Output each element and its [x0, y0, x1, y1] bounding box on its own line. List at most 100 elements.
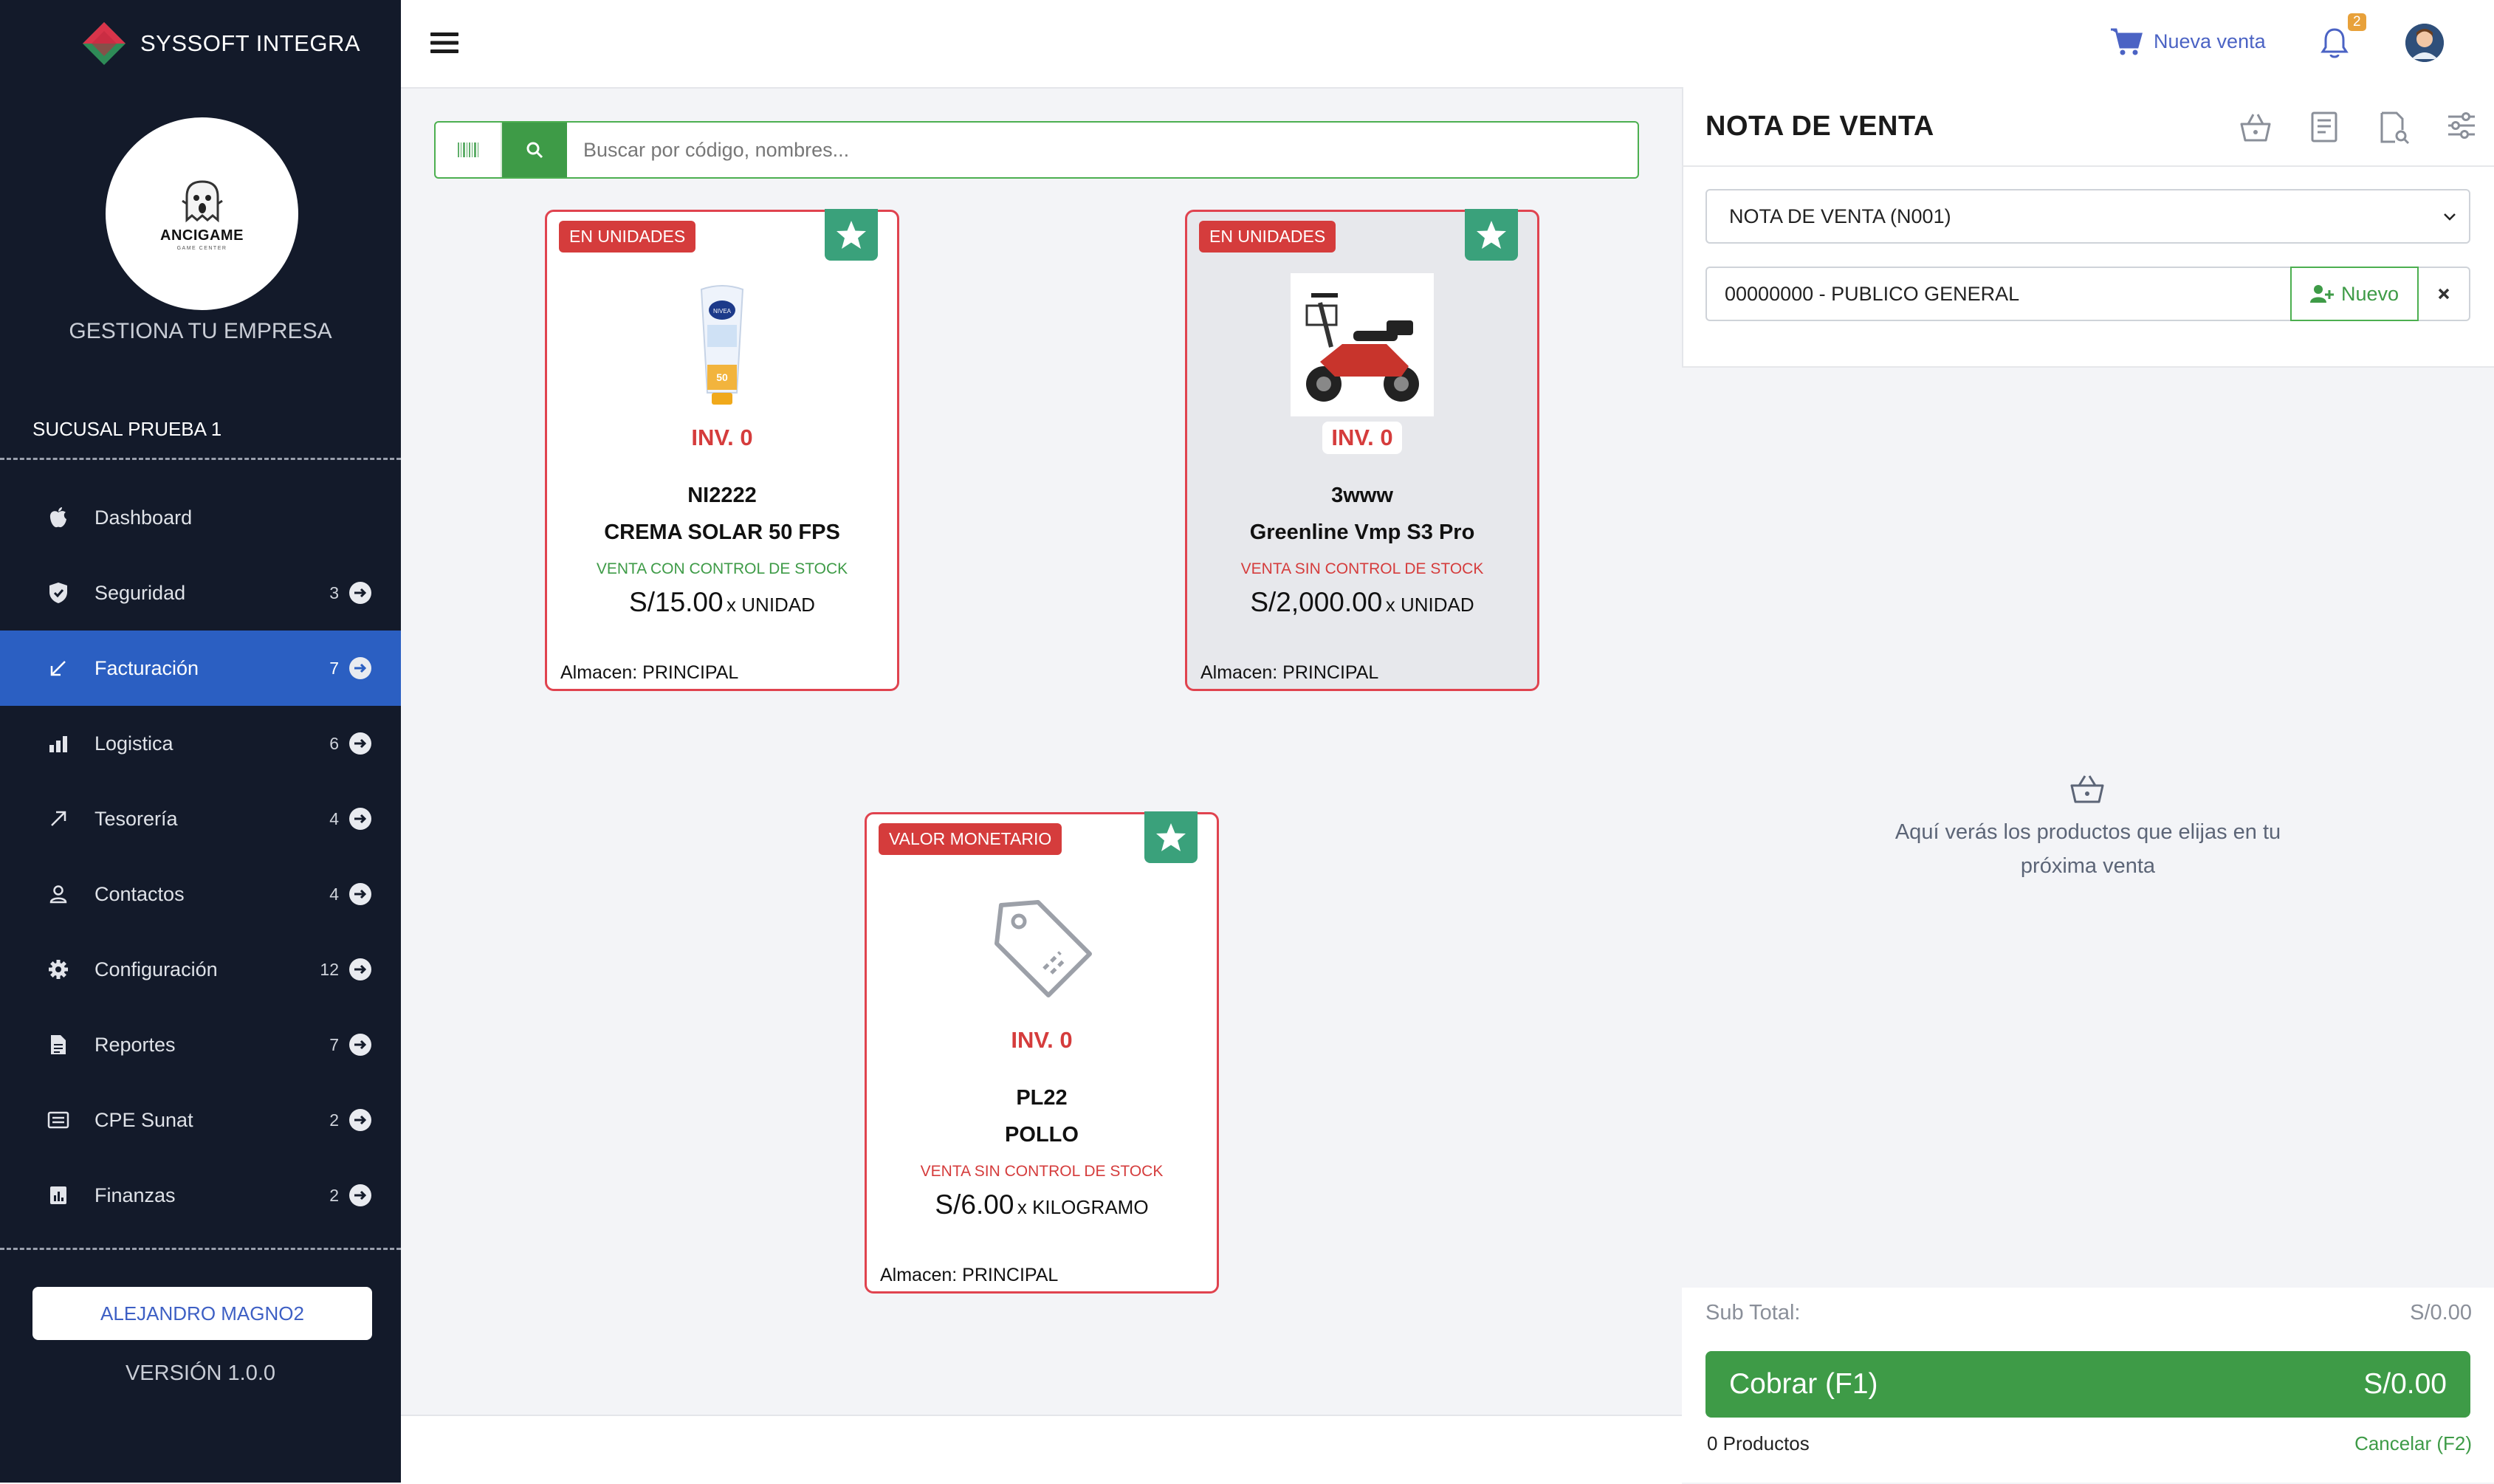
star-icon — [835, 219, 868, 250]
arrow-right-icon — [349, 1109, 371, 1131]
sidebar-item-label: CPE Sunat — [95, 1108, 193, 1131]
sidebar-item-count: 6 — [329, 733, 339, 753]
search-button[interactable] — [502, 123, 567, 177]
product-name: POLLO — [1005, 1123, 1079, 1147]
user-profile-button[interactable]: ALEJANDRO MAGNO2 — [32, 1287, 372, 1340]
company-logo-title: ANCIGAME — [160, 227, 244, 244]
brand[interactable]: SYSSOFT INTEGRA — [81, 19, 360, 68]
favorite-button[interactable] — [825, 209, 878, 261]
receipt-list-icon[interactable] — [2309, 111, 2339, 143]
sidebar-item-label: Finanzas — [95, 1184, 176, 1206]
sidebar-item-dashboard[interactable]: Dashboard — [0, 480, 401, 555]
product-image — [1187, 271, 1537, 419]
product-type-badge: EN UNIDADES — [1199, 221, 1336, 253]
product-type-badge: EN UNIDADES — [559, 221, 696, 253]
basket-icon[interactable] — [2237, 111, 2274, 143]
sidebar-item-logistica[interactable]: Logistica 6 — [0, 706, 401, 781]
brand-logo-icon — [81, 21, 127, 66]
price-unit: x UNIDAD — [726, 594, 815, 616]
arrow-right-icon — [349, 808, 371, 830]
clear-client-button[interactable] — [2419, 267, 2470, 321]
bar-chart-icon — [46, 735, 71, 752]
sidebar-item-label: Facturación — [95, 656, 199, 679]
document-icon — [46, 1034, 71, 1056]
branch-name[interactable]: SUCUSAL PRUEBA 1 — [32, 418, 221, 441]
arrow-up-right-icon — [46, 809, 71, 828]
product-card[interactable]: EN UNIDADES INV. 0 3www Greenline Vmp S3… — [1185, 209, 1539, 691]
product-count: 0 Productos — [1707, 1432, 1810, 1454]
arrow-right-icon — [349, 883, 371, 905]
new-sale-button[interactable]: Nueva venta — [2109, 27, 2266, 56]
sidebar-item-label: Contactos — [95, 882, 185, 905]
favorite-button[interactable] — [1465, 209, 1518, 261]
sidebar-item-facturacion[interactable]: Facturación 7 — [0, 631, 401, 706]
document-type-select[interactable]: NOTA DE VENTA (N001) — [1705, 189, 2470, 244]
product-card[interactable]: EN UNIDADES NIVEA 50 INV. 0 NI2222 CREMA… — [545, 209, 899, 691]
sidebar-item-count: 7 — [329, 1034, 339, 1054]
company-logo-subtitle: GAME CENTER — [176, 245, 227, 251]
price-amount: S/2,000.00 — [1250, 587, 1383, 617]
sidebar-item-count: 2 — [329, 1110, 339, 1130]
chart-icon — [46, 1185, 71, 1206]
sidebar-item-label: Dashboard — [95, 506, 193, 529]
stock-mode: VENTA SIN CONTROL DE STOCK — [920, 1163, 1164, 1180]
empty-cart-message: Aquí verás los productos que elijas en t… — [1894, 820, 2281, 878]
notification-badge: 2 — [2348, 13, 2366, 31]
favorite-button[interactable] — [1144, 811, 1198, 863]
star-icon — [1155, 822, 1187, 853]
sidebar-item-cpe-sunat[interactable]: CPE Sunat 2 — [0, 1082, 401, 1158]
inventory-badge: INV. 0 — [1002, 1024, 1082, 1057]
search-document-icon[interactable] — [2379, 111, 2411, 145]
sliders-icon[interactable] — [2447, 111, 2476, 140]
barcode-scan-button[interactable] — [436, 123, 502, 177]
close-icon — [2437, 287, 2450, 300]
arrow-right-icon — [349, 958, 371, 980]
arrow-right-icon — [349, 1184, 371, 1206]
product-code: NI2222 — [687, 484, 757, 507]
subtotal-value: S/0.00 — [2410, 1301, 2472, 1325]
bell-icon[interactable] — [2320, 27, 2349, 59]
avatar[interactable] — [2405, 24, 2444, 62]
charge-label: Cobrar (F1) — [1729, 1368, 1878, 1400]
warehouse: Almacen: PRINCIPAL — [880, 1265, 1059, 1285]
inventory-badge: INV. 0 — [1322, 422, 1402, 454]
svg-text:NIVEA: NIVEA — [713, 308, 732, 315]
basket-icon — [2067, 772, 2107, 805]
panel-title: NOTA DE VENTA — [1705, 111, 1934, 142]
product-card[interactable]: VALOR MONETARIO INV. 0 PL22 POLLO VENTA … — [865, 811, 1219, 1294]
warehouse: Almacen: PRINCIPAL — [1200, 662, 1379, 683]
receipt-icon — [46, 1111, 71, 1129]
new-client-button[interactable]: Nuevo — [2290, 267, 2419, 321]
product-price: S/2,000.00 x UNIDAD — [1187, 587, 1537, 618]
charge-button[interactable]: Cobrar (F1) S/0.00 — [1705, 1351, 2470, 1418]
sidebar-divider — [0, 1248, 401, 1250]
search-input[interactable] — [567, 123, 1638, 177]
product-name: CREMA SOLAR 50 FPS — [604, 521, 840, 544]
app-version: VERSIÓN 1.0.0 — [125, 1361, 276, 1385]
sidebar-item-count: 4 — [329, 808, 339, 828]
sidebar-item-count: 7 — [329, 658, 339, 678]
content-footer — [401, 1415, 1682, 1484]
hamburger-menu-icon[interactable] — [430, 31, 458, 55]
client-field[interactable]: 00000000 - PUBLICO GENERAL — [1705, 267, 2290, 321]
new-sale-label: Nueva venta — [2154, 30, 2266, 52]
sidebar-item-contactos[interactable]: Contactos 4 — [0, 856, 401, 932]
sidebar-item-reportes[interactable]: Reportes 7 — [0, 1007, 401, 1082]
sidebar-item-label: Logistica — [95, 732, 174, 755]
sidebar-item-finanzas[interactable]: Finanzas 2 — [0, 1158, 401, 1233]
sidebar-item-label: Seguridad — [95, 581, 186, 604]
panel-divider — [1682, 165, 2494, 167]
inventory-badge: INV. 0 — [682, 422, 762, 454]
sidebar-item-count: 2 — [329, 1185, 339, 1205]
barcode-icon — [457, 142, 479, 158]
document-type-value: NOTA DE VENTA (N001) — [1729, 205, 1951, 227]
sidebar-item-seguridad[interactable]: Seguridad 3 — [0, 555, 401, 631]
arrow-down-left-icon — [46, 659, 71, 678]
sidebar-item-tesoreria[interactable]: Tesorería 4 — [0, 781, 401, 856]
sidebar-item-configuracion[interactable]: Configuración 12 — [0, 932, 401, 1007]
sidebar-divider — [0, 458, 401, 460]
cart-icon — [2109, 27, 2143, 56]
cancel-button[interactable]: Cancelar (F2) — [2354, 1432, 2472, 1455]
brand-name: SYSSOFT INTEGRA — [140, 30, 361, 56]
search-icon — [526, 141, 543, 159]
